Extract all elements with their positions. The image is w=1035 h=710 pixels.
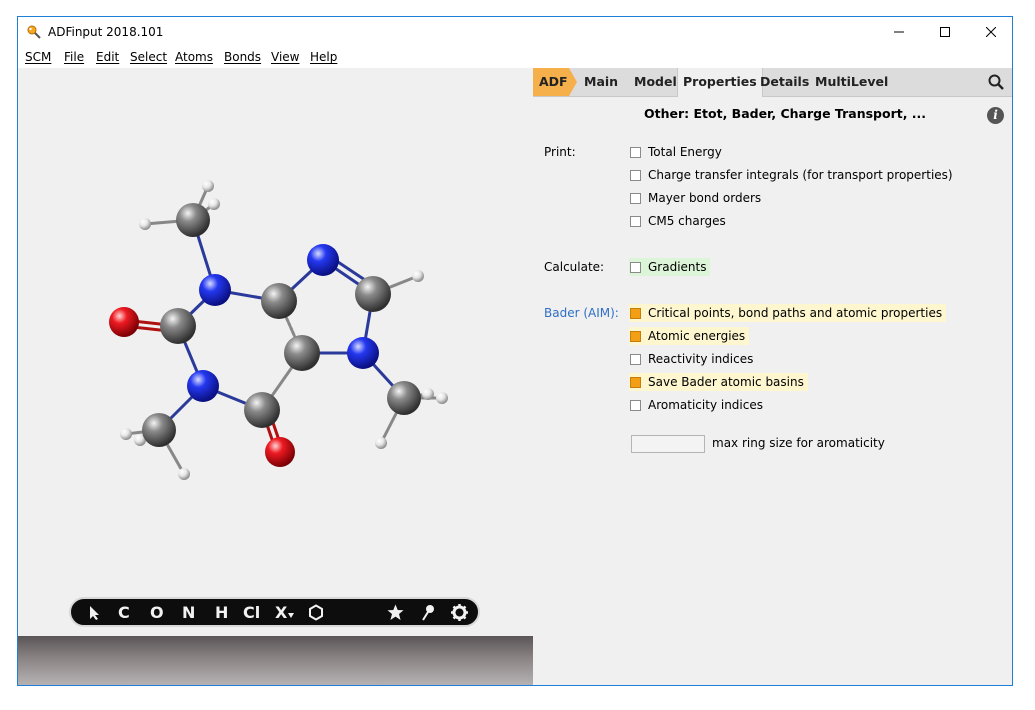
tab-details[interactable]: Details bbox=[760, 68, 809, 96]
tab-bar: ADF Main Model Properties Details MultiL… bbox=[533, 68, 1012, 97]
title-bar: ADFinput 2018.101 bbox=[18, 17, 1012, 47]
nitrogen-atom[interactable] bbox=[347, 337, 379, 369]
nitrogen-atom[interactable] bbox=[199, 274, 231, 306]
select-arrow-icon[interactable] bbox=[88, 605, 102, 621]
bader-aim-label[interactable]: Bader (AIM): bbox=[544, 306, 619, 320]
option-cm5-charges[interactable]: CM5 charges bbox=[629, 212, 726, 230]
hydrogen-atom[interactable] bbox=[139, 218, 151, 230]
nitrogen-atom[interactable] bbox=[187, 370, 219, 402]
checkbox[interactable] bbox=[630, 146, 641, 158]
dropdown-triangle-icon bbox=[288, 613, 294, 618]
carbon-atom[interactable] bbox=[387, 381, 421, 415]
window-title: ADFinput 2018.101 bbox=[48, 25, 164, 39]
tab-adf[interactable]: ADF bbox=[533, 68, 577, 96]
hydrogen-atom[interactable] bbox=[208, 198, 220, 210]
tab-multilevel[interactable]: MultiLevel bbox=[815, 68, 888, 96]
menu-edit[interactable]: Edit bbox=[96, 50, 119, 64]
hydrogen-atom[interactable] bbox=[422, 388, 434, 400]
carbon-atom[interactable] bbox=[244, 392, 280, 428]
info-icon[interactable]: i bbox=[987, 107, 1004, 124]
option-aromaticity-indices[interactable]: Aromaticity indices bbox=[629, 396, 763, 414]
molecule-viewer[interactable] bbox=[18, 68, 533, 685]
gear-icon[interactable] bbox=[451, 604, 468, 621]
checkbox-checked[interactable] bbox=[630, 330, 641, 342]
menu-select[interactable]: Select bbox=[130, 50, 167, 64]
checkbox[interactable] bbox=[630, 215, 641, 227]
nitrogen-atom[interactable] bbox=[307, 244, 339, 276]
checkbox[interactable] bbox=[630, 192, 641, 204]
max-ring-size-input[interactable] bbox=[631, 435, 705, 453]
app-window: ADFinput 2018.101 SCM File Edit Select A… bbox=[17, 16, 1013, 686]
option-charge-transfer-integrals[interactable]: Charge transfer integrals (for transport… bbox=[629, 166, 953, 184]
menu-bonds[interactable]: Bonds bbox=[224, 50, 261, 64]
maximize-icon bbox=[940, 27, 950, 37]
oxygen-atom[interactable] bbox=[109, 307, 139, 337]
tool-oxygen[interactable]: O bbox=[150, 603, 164, 622]
option-critical-points[interactable]: Critical points, bond paths and atomic p… bbox=[629, 304, 947, 322]
properties-panel: ADF Main Model Properties Details MultiL… bbox=[533, 68, 1012, 685]
carbon-atom[interactable] bbox=[284, 335, 320, 371]
pin-icon[interactable] bbox=[421, 604, 436, 621]
search-icon[interactable] bbox=[988, 74, 1004, 90]
hydrogen-atom[interactable] bbox=[375, 437, 387, 449]
molecule-canvas[interactable] bbox=[18, 68, 533, 628]
tab-model[interactable]: Model bbox=[634, 68, 677, 96]
checkbox[interactable] bbox=[630, 261, 641, 273]
tool-hydrogen[interactable]: H bbox=[215, 603, 228, 622]
hydrogen-atom[interactable] bbox=[120, 428, 132, 440]
oxygen-atom[interactable] bbox=[265, 437, 295, 467]
calculate-label: Calculate: bbox=[544, 260, 605, 274]
menu-help[interactable]: Help bbox=[310, 50, 337, 64]
checkbox[interactable] bbox=[630, 169, 641, 181]
tab-main[interactable]: Main bbox=[584, 68, 618, 96]
option-gradients[interactable]: Gradients bbox=[629, 258, 711, 276]
maximize-button[interactable] bbox=[922, 17, 968, 47]
tool-carbon[interactable]: C bbox=[118, 603, 130, 622]
hydrogen-atom[interactable] bbox=[412, 270, 424, 282]
menu-view[interactable]: View bbox=[271, 50, 299, 64]
tool-nitrogen[interactable]: N bbox=[182, 603, 195, 622]
checkbox-checked[interactable] bbox=[630, 307, 641, 319]
option-reactivity-indices[interactable]: Reactivity indices bbox=[629, 350, 753, 368]
print-label: Print: bbox=[544, 145, 576, 159]
checkbox[interactable] bbox=[630, 399, 641, 411]
option-save-bader-basins[interactable]: Save Bader atomic basins bbox=[629, 373, 808, 391]
checkbox-checked[interactable] bbox=[630, 376, 641, 388]
hydrogen-atom[interactable] bbox=[202, 180, 214, 192]
carbon-atom[interactable] bbox=[176, 203, 210, 237]
option-atomic-energies[interactable]: Atomic energies bbox=[629, 327, 750, 345]
ring-icon[interactable] bbox=[308, 604, 324, 621]
page-title: Other: Etot, Bader, Charge Transport, ..… bbox=[644, 106, 927, 121]
tool-chlorine[interactable]: Cl bbox=[243, 603, 260, 622]
max-ring-size-label: max ring size for aromaticity bbox=[712, 436, 885, 450]
viewer-toolbar-area bbox=[18, 636, 533, 685]
minimize-button[interactable] bbox=[876, 17, 922, 47]
tool-other-element[interactable]: X bbox=[275, 603, 287, 622]
tab-properties[interactable]: Properties bbox=[677, 68, 763, 97]
carbon-atom[interactable] bbox=[261, 283, 297, 319]
star-icon[interactable] bbox=[387, 604, 404, 621]
carbon-atom[interactable] bbox=[355, 276, 391, 312]
adf-app-icon bbox=[27, 25, 41, 39]
close-button[interactable] bbox=[968, 17, 1012, 47]
carbon-atom[interactable] bbox=[160, 308, 196, 344]
menu-bar: SCM File Edit Select Atoms Bonds View He… bbox=[18, 47, 1012, 68]
hydrogen-atom[interactable] bbox=[436, 392, 448, 404]
minimize-icon bbox=[894, 31, 904, 33]
checkbox[interactable] bbox=[630, 353, 641, 365]
menu-file[interactable]: File bbox=[64, 50, 84, 64]
close-icon bbox=[986, 27, 996, 37]
carbon-atom[interactable] bbox=[142, 413, 176, 447]
option-total-energy[interactable]: Total Energy bbox=[629, 143, 722, 161]
menu-atoms[interactable]: Atoms bbox=[175, 50, 213, 64]
option-mayer-bond-orders[interactable]: Mayer bond orders bbox=[629, 189, 761, 207]
hydrogen-atom[interactable] bbox=[178, 468, 190, 480]
menu-scm[interactable]: SCM bbox=[25, 50, 51, 64]
atom-toolbar: C O N H Cl X bbox=[69, 597, 480, 627]
